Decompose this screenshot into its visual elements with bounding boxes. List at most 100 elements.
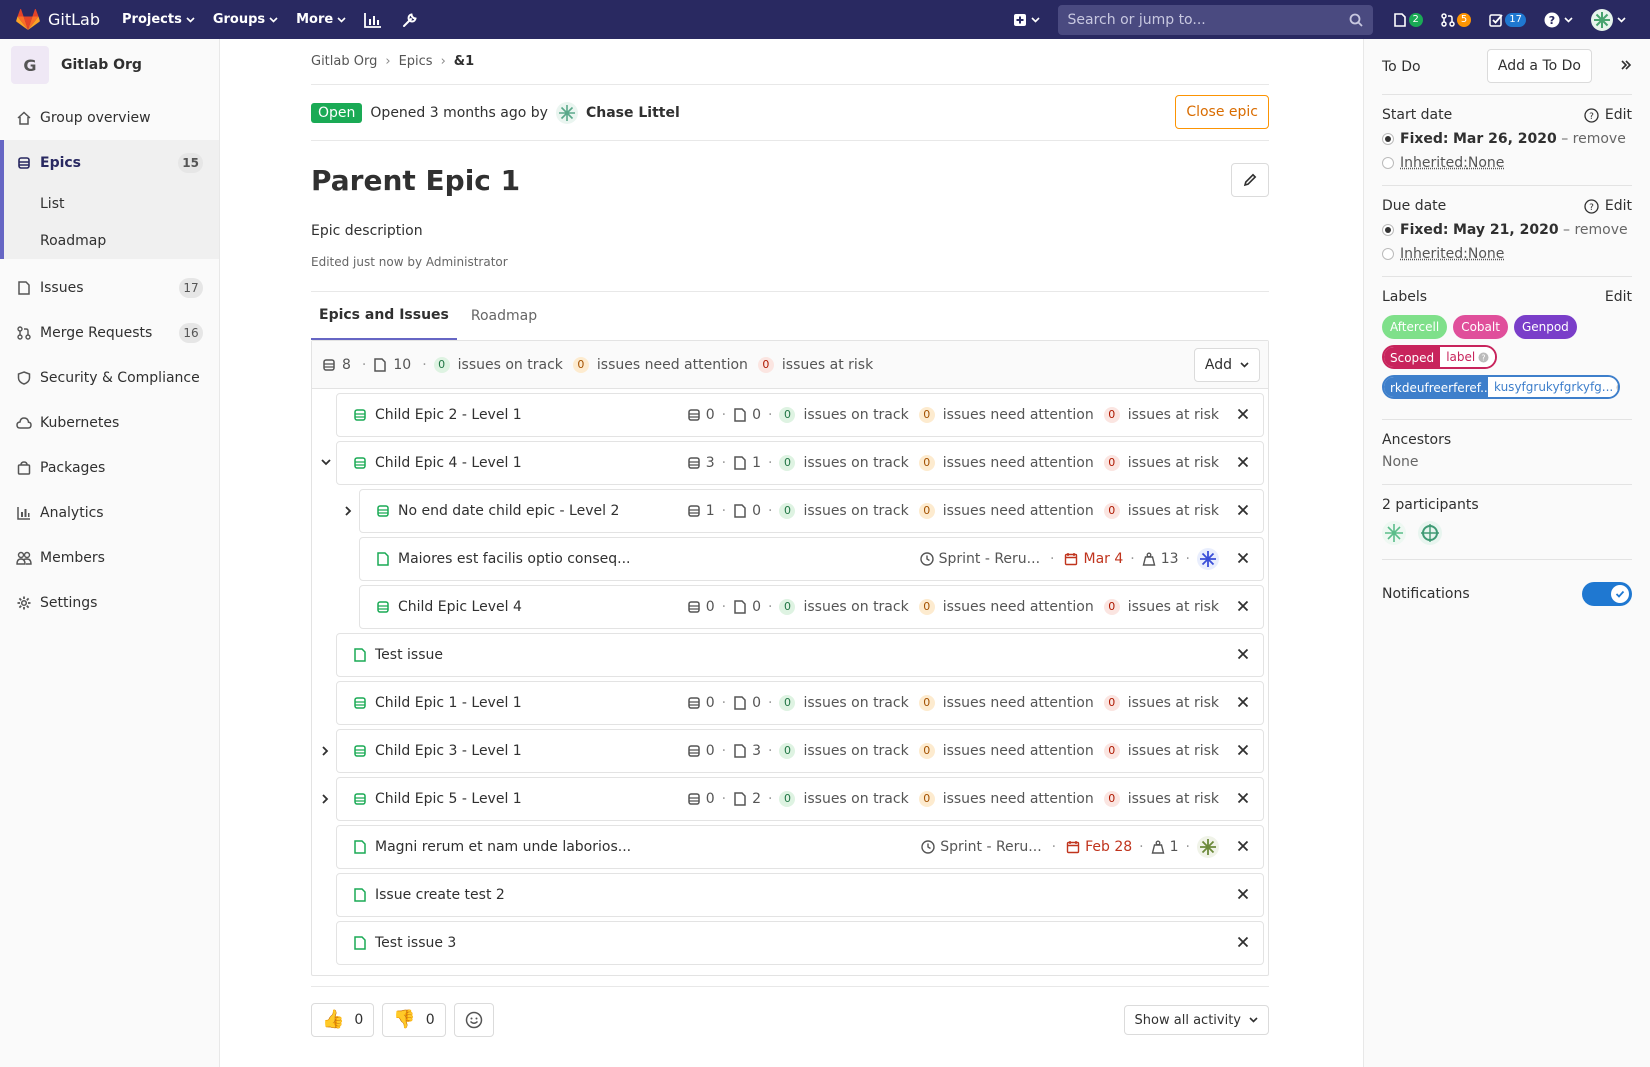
remove-link[interactable]: – remove	[1563, 222, 1628, 238]
child-epic-row[interactable]: Child Epic 5 - Level 1 0 · 2 · 0 issues on tra…	[322, 777, 1264, 821]
add-button[interactable]: Add	[1193, 348, 1260, 382]
child-epic-row[interactable]: Child Epic Level 4 0 · 0 · 0 issues on track 0 i…	[359, 585, 1264, 629]
close-icon[interactable]	[1237, 888, 1249, 900]
assignee-avatar[interactable]	[1197, 548, 1219, 570]
row-title[interactable]: Issue create test 2	[375, 887, 505, 903]
label-cobalt[interactable]: Cobalt	[1453, 315, 1508, 339]
close-epic-button[interactable]: Close epic	[1175, 95, 1269, 129]
breadcrumb-epics[interactable]: Epics	[399, 54, 433, 69]
remove-link[interactable]: – remove	[1561, 131, 1626, 147]
row-title[interactable]: Test issue	[375, 647, 443, 663]
new-dropdown[interactable]	[1013, 13, 1040, 27]
radio-unselected[interactable]	[1382, 248, 1394, 260]
due-date-edit[interactable]: ? Edit	[1584, 198, 1632, 214]
row-title[interactable]: Maiores est facilis optio conseq...	[398, 551, 631, 567]
nav-groups[interactable]: Groups	[213, 12, 278, 27]
sidebar-item-members[interactable]: Members	[0, 535, 219, 580]
sidebar-item-group-overview[interactable]: Group overview	[0, 95, 219, 140]
label-scoped-2[interactable]: rkdeufreerferef... kusyfgrukyfgrkyfg... …	[1382, 375, 1620, 399]
close-icon[interactable]	[1237, 648, 1249, 660]
labels-edit[interactable]: Edit	[1605, 289, 1632, 305]
child-epic-row[interactable]: Child Epic 4 - Level 1 3 · 1 · 0 issues on tra…	[321, 441, 1264, 485]
breadcrumb-group[interactable]: Gitlab Org	[311, 54, 377, 69]
row-title[interactable]: Child Epic 3 - Level 1	[375, 743, 522, 759]
nav-projects[interactable]: Projects	[122, 12, 195, 27]
close-icon[interactable]	[1237, 744, 1249, 756]
assignee-avatar[interactable]	[1197, 836, 1219, 858]
row-title[interactable]: Child Epic 5 - Level 1	[375, 791, 522, 807]
add-reaction-button[interactable]	[453, 1002, 494, 1037]
child-issue-row[interactable]: Issue create test 2	[336, 873, 1264, 917]
search-input[interactable]: Search or jump to...	[1057, 4, 1373, 35]
close-icon[interactable]	[1237, 792, 1249, 804]
chevron-right-icon[interactable]	[321, 794, 329, 804]
radio-selected[interactable]	[1382, 224, 1394, 236]
sidebar-item-settings[interactable]: Settings	[0, 580, 219, 625]
close-icon[interactable]	[1237, 840, 1249, 852]
gitlab-logo[interactable]: GitLab	[0, 0, 122, 39]
sidebar-item-analytics[interactable]: Analytics	[0, 490, 219, 535]
collapse-sidebar-icon[interactable]	[1620, 59, 1632, 71]
close-icon[interactable]	[1237, 456, 1249, 468]
start-inherited-option[interactable]: Inherited: None	[1382, 155, 1632, 171]
row-title[interactable]: No end date child epic - Level 2	[398, 503, 619, 519]
sidebar-item-packages[interactable]: Packages	[0, 445, 219, 490]
show-activity-dropdown[interactable]: Show all activity	[1123, 1005, 1269, 1035]
add-todo-button[interactable]: Add a To Do	[1486, 49, 1592, 83]
admin-nav[interactable]	[402, 12, 418, 28]
child-issue-row[interactable]: Magni rerum et nam unde laborios... Sprin…	[336, 825, 1264, 869]
thumbs-up-button[interactable]: 👍 0	[311, 1002, 375, 1037]
close-icon[interactable]	[1237, 552, 1249, 564]
notifications-toggle[interactable]	[1582, 582, 1632, 606]
child-epic-row[interactable]: No end date child epic - Level 2 1 · 0 · 0 iss…	[345, 489, 1264, 533]
due-inherited-option[interactable]: Inherited: None	[1382, 246, 1632, 262]
close-icon[interactable]	[1237, 504, 1249, 516]
author-avatar[interactable]	[555, 101, 578, 124]
start-date-edit[interactable]: ? Edit	[1584, 107, 1632, 123]
mr-counter[interactable]: 5	[1441, 12, 1472, 27]
sidebar-item-merge-requests[interactable]: Merge Requests 16	[0, 310, 219, 355]
participant-avatar[interactable]	[1418, 521, 1442, 545]
chevron-down-icon[interactable]	[321, 458, 331, 466]
sidebar-item-epics[interactable]: Epics 15	[4, 140, 219, 185]
edit-title-button[interactable]	[1231, 163, 1269, 197]
radio-unselected[interactable]	[1382, 157, 1394, 169]
milestone[interactable]: Sprint - Reru...	[940, 839, 1041, 855]
child-epic-row[interactable]: Child Epic 3 - Level 1 0 · 3 · 0 issues on tra…	[322, 729, 1264, 773]
label-scoped[interactable]: Scoped label ?	[1382, 345, 1498, 369]
group-header[interactable]: G Gitlab Org	[0, 39, 219, 91]
child-issue-row[interactable]: Test issue	[336, 633, 1264, 677]
child-issue-row[interactable]: Maiores est facilis optio conseq... Sprin…	[359, 537, 1264, 581]
user-menu[interactable]	[1591, 8, 1626, 31]
analytics-nav[interactable]	[364, 12, 382, 28]
sidebar-subitem-list[interactable]: List	[4, 185, 219, 222]
row-title[interactable]: Magni rerum et nam unde laborios...	[375, 839, 631, 855]
milestone[interactable]: Sprint - Reru...	[939, 551, 1040, 567]
row-title[interactable]: Child Epic 4 - Level 1	[375, 455, 522, 471]
row-title[interactable]: Test issue 3	[375, 935, 456, 951]
help-dropdown[interactable]: ?	[1544, 12, 1573, 28]
close-icon[interactable]	[1237, 936, 1249, 948]
close-icon[interactable]	[1237, 600, 1249, 612]
row-title[interactable]: Child Epic 1 - Level 1	[375, 695, 522, 711]
thumbs-down-button[interactable]: 👎 0	[382, 1002, 446, 1037]
close-icon[interactable]	[1237, 696, 1249, 708]
tab-roadmap[interactable]: Roadmap	[463, 292, 545, 340]
participant-avatar[interactable]	[1382, 521, 1406, 545]
author-name[interactable]: Chase Littel	[586, 105, 680, 121]
child-issue-row[interactable]: Test issue 3	[336, 921, 1264, 965]
row-title[interactable]: Child Epic Level 4	[398, 599, 522, 615]
due-fixed-option[interactable]: Fixed: May 21, 2020 – remove	[1382, 222, 1632, 238]
issues-counter[interactable]: 2	[1393, 12, 1423, 27]
label-genpod[interactable]: Genpod	[1513, 315, 1577, 339]
child-epic-row[interactable]: Child Epic 1 - Level 1 0 · 0 · 0 issues on tra…	[336, 681, 1264, 725]
sidebar-item-issues[interactable]: Issues 17	[0, 265, 219, 310]
child-epic-row[interactable]: Child Epic 2 - Level 1 0 · 0 · 0 issues on tra…	[336, 393, 1264, 437]
close-icon[interactable]	[1237, 408, 1249, 420]
sidebar-item-security[interactable]: Security & Compliance	[0, 355, 219, 400]
chevron-right-icon[interactable]	[321, 746, 329, 756]
sidebar-item-kubernetes[interactable]: Kubernetes	[0, 400, 219, 445]
sidebar-subitem-roadmap[interactable]: Roadmap	[4, 222, 219, 259]
tab-epics-and-issues[interactable]: Epics and Issues	[311, 292, 457, 340]
row-title[interactable]: Child Epic 2 - Level 1	[375, 407, 522, 423]
